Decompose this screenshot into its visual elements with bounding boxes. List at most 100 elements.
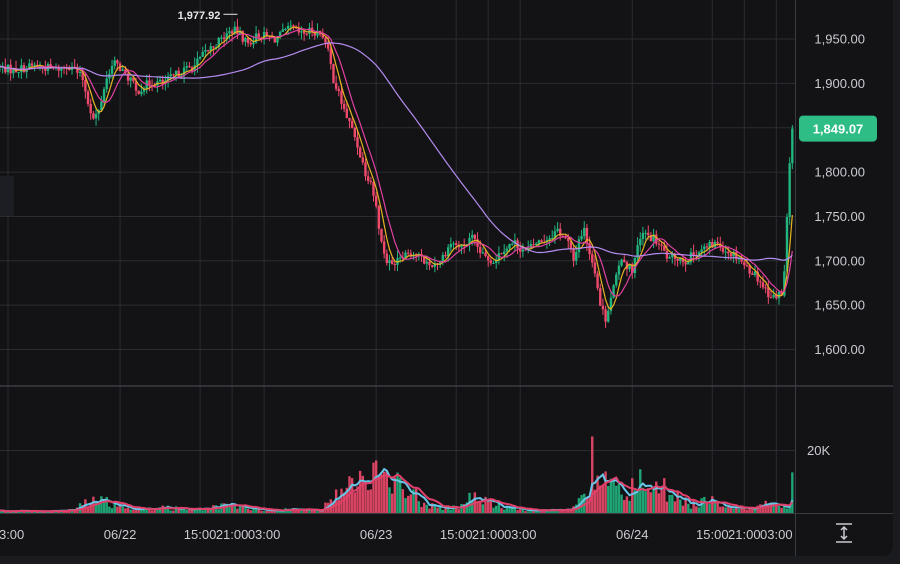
candle-body <box>201 51 204 57</box>
time-tick-label: 06/22 <box>104 527 137 542</box>
candle-body <box>657 243 661 245</box>
fit-vertical-icon[interactable] <box>836 523 852 543</box>
candle-body <box>185 66 188 68</box>
volume-bar <box>705 503 709 513</box>
candle-body <box>406 252 410 254</box>
time-tick-label: 03:00 <box>248 527 281 542</box>
candle-body <box>353 127 357 138</box>
volume-bar <box>132 509 135 513</box>
volume-bar <box>476 502 479 513</box>
candle-body <box>540 240 543 243</box>
volume-bar <box>665 501 669 513</box>
volume-bar <box>689 508 693 513</box>
volume-bar <box>495 505 498 513</box>
candle-body <box>204 50 207 52</box>
candle-body <box>393 264 397 266</box>
volume-bar <box>657 493 661 513</box>
volume-bar <box>185 510 188 513</box>
candle-body <box>764 287 767 289</box>
volume-bar <box>748 508 751 513</box>
volume-bar <box>420 506 423 513</box>
candle-body <box>350 120 354 128</box>
volume-bar <box>238 505 242 513</box>
price-ma-line-3 <box>0 42 793 261</box>
annotation-layer: 1,849.07 1,977.92 <box>0 10 877 543</box>
candle-body <box>452 243 455 245</box>
volume-bar <box>713 503 717 513</box>
candle-body <box>425 261 429 264</box>
volume-bar <box>503 509 506 513</box>
candle-body <box>198 56 202 59</box>
volume-bar <box>617 484 621 513</box>
candle-body <box>33 64 36 66</box>
candle-body <box>511 243 514 245</box>
volume-bar <box>687 503 690 513</box>
volume-bar <box>150 510 154 513</box>
volume-bar <box>393 477 397 513</box>
price-tick-label: 1,700.00 <box>814 253 865 268</box>
volume-bar <box>631 478 634 513</box>
volume-bar <box>262 511 266 513</box>
candle-body <box>721 247 725 252</box>
volume-bar <box>641 487 645 513</box>
axis-layer: 1,950.001,900.001,850.001,800.001,750.00… <box>0 32 865 542</box>
candle-body <box>366 176 370 181</box>
volume-bar <box>527 511 530 513</box>
volume-bar <box>639 469 642 513</box>
candle-body <box>244 37 247 42</box>
time-tick-label: 15:00 <box>440 527 473 542</box>
volume-bar <box>607 485 610 513</box>
candle-body <box>647 232 650 236</box>
candle-body <box>428 261 431 266</box>
candle-body <box>356 137 359 148</box>
volume-bar <box>719 506 722 513</box>
volume-bar <box>422 502 426 513</box>
candle-body <box>729 253 733 257</box>
candle-body <box>236 26 239 34</box>
candle-body <box>591 254 594 263</box>
candle-body <box>604 309 607 322</box>
chart-panel[interactable]: 1,950.001,900.001,850.001,800.001,750.00… <box>0 0 893 556</box>
volume-bar <box>172 510 175 513</box>
volume-bar <box>759 504 762 513</box>
candle-body <box>332 63 335 84</box>
price-tick-label: 1,650.00 <box>814 298 865 313</box>
candle-body <box>206 50 210 52</box>
volume-bar <box>316 511 319 513</box>
time-tick-label: 06/24 <box>616 527 649 542</box>
candle-body <box>284 28 287 30</box>
price-chart[interactable]: 1,950.001,900.001,850.001,800.001,750.00… <box>0 0 893 556</box>
candle-body <box>228 31 231 34</box>
volume-bar <box>780 507 783 513</box>
candle-body <box>17 72 20 74</box>
time-tick-label: 21:00 <box>472 527 505 542</box>
candle-body <box>508 244 511 249</box>
candle-body <box>791 128 794 164</box>
candle-body <box>692 252 695 255</box>
volume-bar <box>492 507 495 513</box>
volume-bar <box>652 486 655 513</box>
candle-body <box>620 259 623 266</box>
volume-bar <box>217 509 220 513</box>
candle-body <box>398 257 402 259</box>
volume-bar <box>457 509 461 513</box>
candle-body <box>788 163 791 218</box>
candle-body <box>113 60 116 67</box>
candle-body <box>86 91 90 104</box>
volume-bar <box>791 472 794 513</box>
candle-body <box>481 252 485 254</box>
candle-body <box>583 227 586 237</box>
volume-bar <box>260 510 263 513</box>
volume-bar <box>481 504 485 513</box>
candle-body <box>102 89 106 102</box>
candle-body <box>188 66 191 68</box>
volume-bar <box>337 499 341 513</box>
volume-bar <box>716 502 719 513</box>
candle-body <box>524 249 527 251</box>
candle-body <box>345 108 349 118</box>
volume-bar <box>775 505 778 513</box>
volume-bar <box>374 460 378 513</box>
candle-layer <box>0 18 794 328</box>
left-toolbar-handle <box>0 176 14 216</box>
candle-body <box>137 90 140 94</box>
